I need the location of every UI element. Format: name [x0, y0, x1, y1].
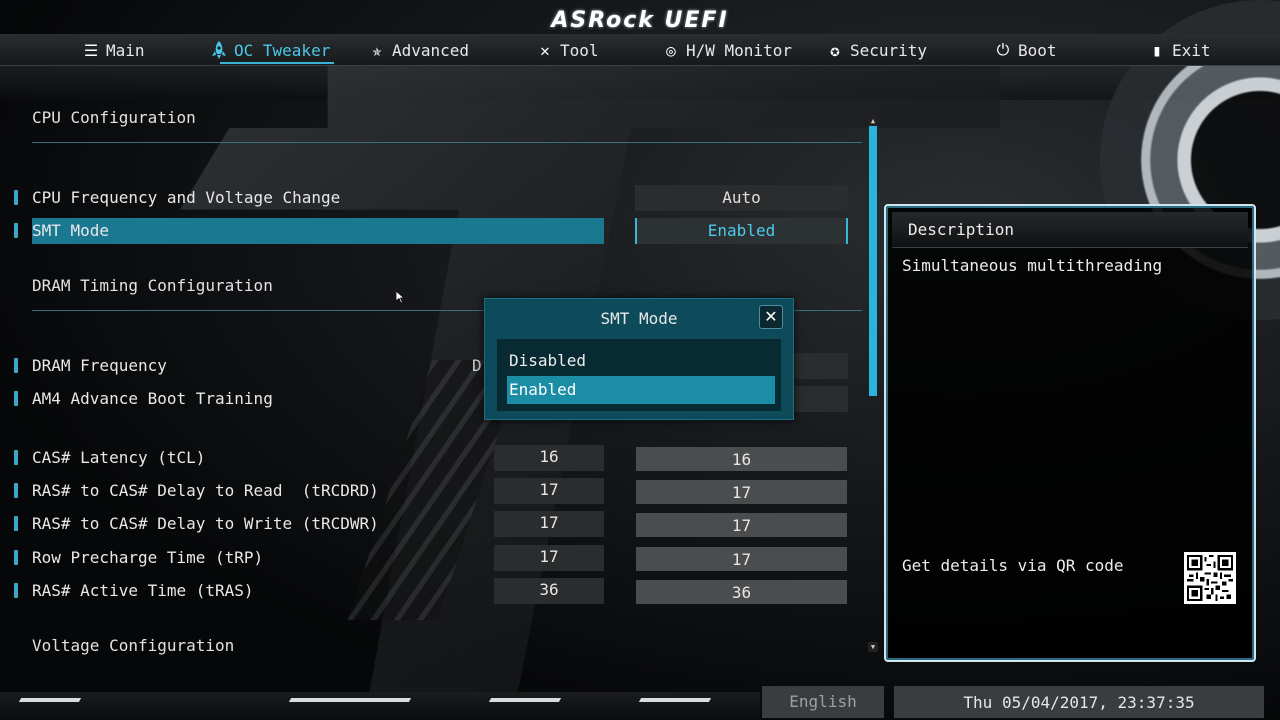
- section-voltage-configuration: Voltage Configuration: [32, 636, 235, 655]
- tab-label: Tool: [560, 40, 599, 60]
- scroll-down-icon[interactable]: ▼: [868, 642, 878, 652]
- setting-value[interactable]: 17: [636, 513, 847, 537]
- setting-label: RAS# to CAS# Delay to Read (tRCDRD): [32, 481, 379, 500]
- setting-tras[interactable]: RAS# Active Time (tRAS) 36 36: [0, 578, 860, 604]
- setting-label: Row Precharge Time (tRP): [32, 548, 264, 567]
- tab-tool[interactable]: ✕ Tool: [536, 34, 599, 66]
- tab-label: OC Tweaker: [234, 40, 331, 60]
- list-icon: ☰: [83, 40, 99, 60]
- tab-advanced[interactable]: ✯ Advanced: [368, 34, 469, 66]
- row-highlight: [32, 218, 604, 244]
- setting-current-value: 17: [494, 511, 604, 537]
- setting-trp[interactable]: Row Precharge Time (tRP) 17 17: [0, 545, 860, 571]
- setting-label: CPU Frequency and Voltage Change: [32, 188, 341, 207]
- tab-main[interactable]: ☰ Main: [82, 34, 145, 66]
- tab-oc-tweaker[interactable]: OC Tweaker: [210, 34, 335, 66]
- tab-label: Exit: [1172, 40, 1211, 60]
- tab-security[interactable]: ✪ Security: [826, 34, 927, 66]
- setting-trcdwr[interactable]: RAS# to CAS# Delay to Write (tRCDWR) 17 …: [0, 511, 860, 537]
- star-icon: ✯: [372, 40, 382, 60]
- description-header: Description: [892, 212, 1248, 248]
- setting-current-value: D: [472, 356, 482, 375]
- section-dram-timing: DRAM Timing Configuration: [32, 276, 273, 295]
- setting-current-value: 36: [494, 578, 604, 604]
- setting-value[interactable]: Auto: [635, 185, 848, 211]
- row-marker: [14, 190, 18, 205]
- option-enabled[interactable]: Enabled: [507, 376, 775, 404]
- setting-label: AM4 Advance Boot Training: [32, 389, 273, 408]
- setting-current-value: 17: [494, 545, 604, 571]
- scroll-up-icon[interactable]: ▲: [868, 116, 878, 126]
- setting-label: DRAM Frequency: [32, 356, 167, 375]
- description-title: Description: [908, 220, 1014, 239]
- smt-mode-dialog: SMT Mode ✕ Disabled Enabled: [484, 298, 794, 420]
- row-marker: [14, 516, 18, 531]
- row-marker: [14, 583, 18, 598]
- setting-trcdrd[interactable]: RAS# to CAS# Delay to Read (tRCDRD) 17 1…: [0, 478, 860, 504]
- setting-label: RAS# to CAS# Delay to Write (tRCDWR): [32, 514, 379, 533]
- setting-value[interactable]: 17: [636, 547, 847, 571]
- setting-current-value: 17: [494, 478, 604, 504]
- divider: [32, 142, 862, 143]
- setting-value[interactable]: Enabled: [635, 218, 848, 244]
- option-disabled[interactable]: Disabled: [509, 347, 775, 375]
- status-bar: English Thu 05/04/2017, 23:37:35: [0, 686, 1280, 720]
- power-icon: ⏻: [996, 40, 1010, 59]
- tab-hw-monitor[interactable]: ◎ H/W Monitor: [662, 34, 792, 66]
- tab-label: Advanced: [392, 40, 470, 60]
- description-panel: Description Simultaneous multithreading …: [884, 204, 1256, 662]
- tab-boot[interactable]: ⏻ Boot: [994, 34, 1057, 66]
- row-marker: [14, 391, 18, 406]
- qr-code-icon: [1184, 552, 1236, 604]
- tab-label: H/W Monitor: [686, 40, 792, 60]
- scrollbar-thumb[interactable]: [869, 126, 877, 396]
- setting-smt-mode[interactable]: SMT Mode Enabled: [0, 218, 860, 244]
- tab-exit[interactable]: ▮ Exit: [1148, 34, 1211, 66]
- description-text: Simultaneous multithreading: [902, 256, 1163, 275]
- tab-label: Security: [850, 40, 928, 60]
- setting-current-value: 16: [494, 445, 604, 471]
- rocket-icon: [210, 41, 228, 59]
- tab-label: Main: [106, 40, 145, 60]
- qr-label: Get details via QR code: [902, 556, 1124, 575]
- mouse-pointer-icon: [396, 291, 405, 304]
- dialog-title: SMT Mode: [600, 309, 678, 328]
- exit-icon: ▮: [1152, 40, 1162, 60]
- date-time: Thu 05/04/2017, 23:37:35: [894, 686, 1264, 718]
- scrollbar[interactable]: ▲ ▼: [868, 116, 878, 652]
- row-marker: [14, 223, 18, 238]
- setting-cpu-frequency-voltage[interactable]: CPU Frequency and Voltage Change Auto: [0, 185, 860, 211]
- language-selector[interactable]: English: [762, 686, 884, 718]
- section-cpu-configuration: CPU Configuration: [32, 108, 196, 127]
- setting-label: CAS# Latency (tCL): [32, 448, 206, 467]
- tools-icon: ✕: [540, 40, 550, 60]
- close-icon[interactable]: ✕: [759, 305, 783, 329]
- row-marker: [14, 550, 18, 565]
- shield-icon: ✪: [830, 40, 840, 60]
- tab-label: Boot: [1018, 40, 1057, 60]
- row-marker: [14, 450, 18, 465]
- brand-logo: ASRock UEFI: [551, 8, 729, 33]
- monitor-icon: ◎: [666, 40, 676, 60]
- setting-value[interactable]: 17: [636, 480, 847, 504]
- setting-cas-latency[interactable]: CAS# Latency (tCL) 16 16: [0, 445, 860, 471]
- setting-value[interactable]: 36: [636, 580, 847, 604]
- bottom-decoration: [0, 692, 760, 720]
- setting-label: SMT Mode: [32, 221, 110, 240]
- top-nav: ☰ Main OC Tweaker ✯ Advanced ✕ Tool ◎ H/…: [0, 34, 1280, 66]
- setting-value[interactable]: 16: [636, 447, 847, 471]
- row-marker: [14, 483, 18, 498]
- setting-label: RAS# Active Time (tRAS): [32, 581, 254, 600]
- row-marker: [14, 358, 18, 373]
